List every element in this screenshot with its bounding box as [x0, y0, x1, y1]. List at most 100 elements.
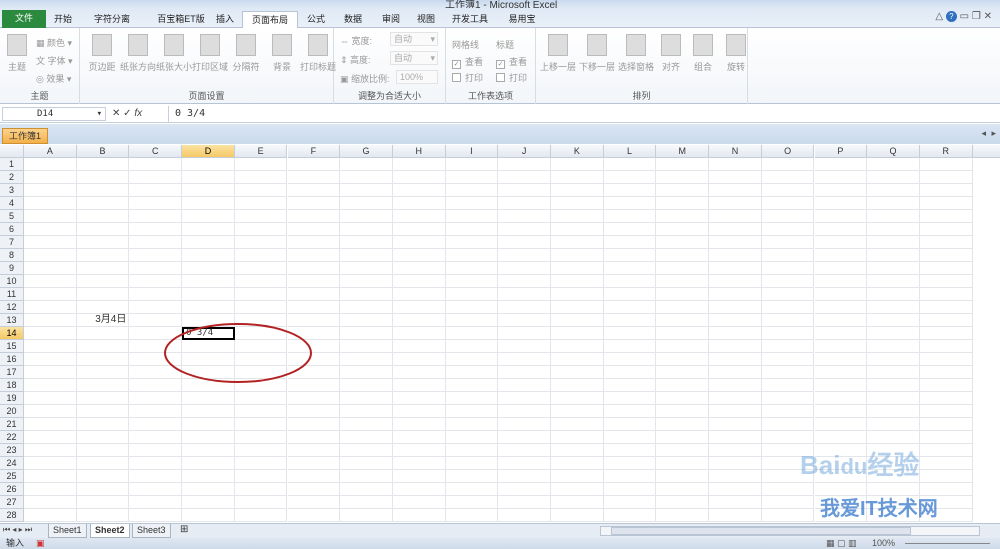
- cell[interactable]: [234, 236, 288, 249]
- column-header-G[interactable]: G: [340, 145, 393, 158]
- cell[interactable]: [129, 496, 183, 509]
- cell[interactable]: [498, 509, 551, 522]
- cell[interactable]: [287, 288, 341, 301]
- cell[interactable]: [656, 236, 710, 249]
- cell[interactable]: [498, 405, 551, 418]
- cell[interactable]: [445, 340, 499, 353]
- cell[interactable]: [919, 236, 973, 249]
- cell[interactable]: [234, 210, 288, 223]
- cell[interactable]: [709, 314, 762, 327]
- cell[interactable]: [761, 418, 815, 431]
- cell[interactable]: [76, 236, 130, 249]
- cell[interactable]: [814, 184, 868, 197]
- cell[interactable]: [919, 184, 973, 197]
- cell[interactable]: [551, 444, 604, 457]
- row-header-9[interactable]: 9: [0, 262, 24, 275]
- cell[interactable]: [129, 236, 183, 249]
- cell[interactable]: [445, 171, 499, 184]
- column-header-M[interactable]: M: [656, 145, 710, 158]
- row-header-8[interactable]: 8: [0, 249, 24, 262]
- cell[interactable]: [182, 496, 235, 509]
- cell[interactable]: [392, 184, 446, 197]
- cell[interactable]: [603, 210, 657, 223]
- column-header-B[interactable]: B: [76, 145, 130, 158]
- cell[interactable]: [234, 301, 288, 314]
- cell[interactable]: [392, 249, 446, 262]
- cell[interactable]: [76, 444, 130, 457]
- workbook-tab[interactable]: 工作簿1: [2, 128, 48, 144]
- cell[interactable]: [919, 249, 973, 262]
- cell[interactable]: [445, 197, 499, 210]
- cell[interactable]: [814, 197, 868, 210]
- cell[interactable]: [445, 444, 499, 457]
- cell[interactable]: [709, 418, 762, 431]
- cell[interactable]: [603, 223, 657, 236]
- cell[interactable]: [24, 496, 77, 509]
- cell[interactable]: [498, 223, 551, 236]
- cell[interactable]: [498, 171, 551, 184]
- cell[interactable]: [551, 496, 604, 509]
- cell[interactable]: [234, 223, 288, 236]
- cell[interactable]: [603, 301, 657, 314]
- cell[interactable]: [445, 392, 499, 405]
- cell[interactable]: [76, 509, 130, 522]
- cell[interactable]: [498, 353, 551, 366]
- cell[interactable]: [129, 171, 183, 184]
- tab-3[interactable]: 百宝箱ET版: [146, 11, 216, 28]
- cell[interactable]: [656, 171, 710, 184]
- cell[interactable]: [340, 171, 393, 184]
- width-select[interactable]: 自动 ▾: [390, 32, 438, 46]
- cell[interactable]: [709, 444, 762, 457]
- cell[interactable]: [445, 405, 499, 418]
- sheet-nav-buttons[interactable]: ⏮ ◂ ▸ ⏭: [3, 525, 32, 535]
- cell[interactable]: [867, 366, 920, 379]
- cell[interactable]: [814, 236, 868, 249]
- cell[interactable]: [76, 210, 130, 223]
- cell[interactable]: [498, 379, 551, 392]
- cell[interactable]: [340, 405, 393, 418]
- cell[interactable]: [445, 353, 499, 366]
- cell[interactable]: [709, 236, 762, 249]
- column-header-E[interactable]: E: [234, 145, 288, 158]
- cell[interactable]: [392, 470, 446, 483]
- page-setup-button-1[interactable]: 纸张方向: [120, 34, 156, 73]
- cell[interactable]: [287, 171, 341, 184]
- column-header-L[interactable]: L: [603, 145, 657, 158]
- sheet-tab-Sheet2[interactable]: Sheet2: [90, 524, 130, 538]
- fonts-button[interactable]: 文 字体 ▾: [36, 54, 73, 67]
- row-header-26[interactable]: 26: [0, 483, 24, 496]
- cell[interactable]: [76, 353, 130, 366]
- cell[interactable]: [24, 288, 77, 301]
- cell[interactable]: [182, 509, 235, 522]
- cell[interactable]: [24, 509, 77, 522]
- cell[interactable]: [603, 392, 657, 405]
- cell[interactable]: [919, 340, 973, 353]
- page-setup-button-2[interactable]: 纸张大小: [156, 34, 192, 73]
- cell[interactable]: [867, 405, 920, 418]
- row-header-20[interactable]: 20: [0, 405, 24, 418]
- cell[interactable]: [234, 405, 288, 418]
- cell[interactable]: [814, 262, 868, 275]
- cell[interactable]: [709, 197, 762, 210]
- cell[interactable]: [24, 197, 77, 210]
- cell[interactable]: [340, 288, 393, 301]
- cell[interactable]: [76, 366, 130, 379]
- cell[interactable]: [498, 366, 551, 379]
- row-header-11[interactable]: 11: [0, 288, 24, 301]
- cell[interactable]: [24, 327, 77, 340]
- cell[interactable]: [76, 184, 130, 197]
- column-header-P[interactable]: P: [814, 145, 868, 158]
- cell[interactable]: [656, 210, 710, 223]
- cell[interactable]: [445, 457, 499, 470]
- cell[interactable]: [445, 496, 499, 509]
- cell[interactable]: [761, 210, 815, 223]
- row-header-1[interactable]: 1: [0, 158, 24, 171]
- cell[interactable]: [340, 444, 393, 457]
- cell[interactable]: [656, 262, 710, 275]
- cell[interactable]: [709, 379, 762, 392]
- cell[interactable]: [867, 327, 920, 340]
- cell[interactable]: [129, 418, 183, 431]
- cell[interactable]: [24, 392, 77, 405]
- row-header-24[interactable]: 24: [0, 457, 24, 470]
- cell[interactable]: [498, 340, 551, 353]
